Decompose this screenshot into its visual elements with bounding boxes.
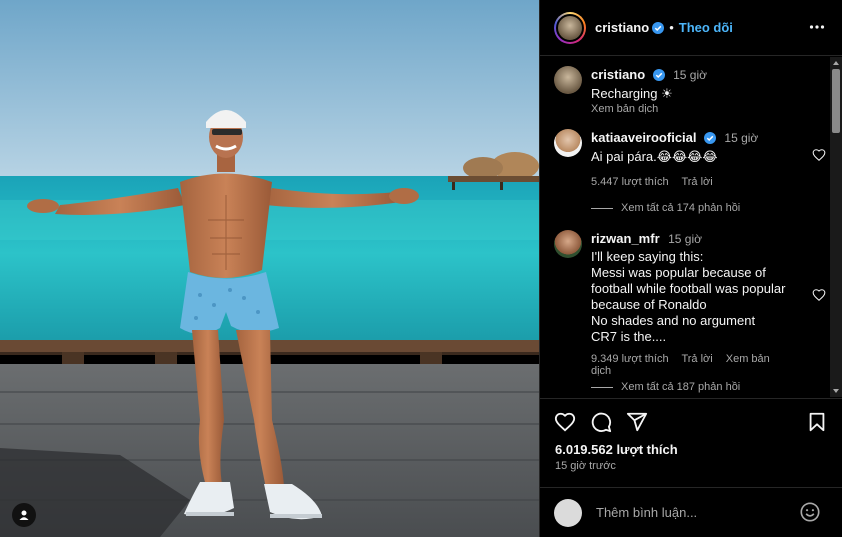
comment-row: katiaaveirooficial 15 giờ Ai pai pára.😂😂…: [554, 129, 826, 189]
caption-username[interactable]: cristiano: [591, 67, 645, 82]
comment-likes-count[interactable]: 5.447 lượt thích: [591, 176, 669, 188]
reply-button[interactable]: Trả lời: [681, 353, 712, 365]
comment-time[interactable]: 15 giờ: [724, 131, 758, 145]
replies-divider-line: [591, 386, 613, 388]
user-tag-button[interactable]: [12, 503, 36, 527]
bookmark-icon[interactable]: [806, 411, 828, 433]
comment-meta: 9.349 lượt thích Trả lời Xem bản dịch: [591, 353, 801, 377]
comment-likes-count[interactable]: 9.349 lượt thích: [591, 353, 669, 365]
view-replies-link[interactable]: Xem tất cả 174 phản hồi: [591, 202, 740, 214]
post-header: cristiano • Theo dõi: [540, 0, 842, 56]
separator-dot: •: [669, 20, 674, 35]
more-horizontal-icon[interactable]: [809, 19, 825, 35]
comment-text: Ai pai pára.😂😂😂😂: [591, 149, 718, 164]
caption-avatar[interactable]: [554, 66, 582, 94]
comment-avatar[interactable]: [554, 129, 582, 157]
verified-badge-icon: [703, 132, 716, 144]
user-tag-icon: [19, 510, 29, 520]
scroll-thumb[interactable]: [832, 69, 840, 133]
verified-badge-icon: [652, 69, 665, 81]
comment-like-heart-icon[interactable]: [812, 148, 826, 162]
view-replies-label: Xem tất cả 187 phản hồi: [621, 381, 741, 393]
scroll-up-arrow[interactable]: [833, 61, 839, 65]
caption-time[interactable]: 15 giờ: [673, 68, 707, 82]
scroll-down-arrow[interactable]: [833, 389, 839, 393]
caption-row: cristiano 15 giờ Recharging ☀ Xem bản dị…: [554, 66, 826, 116]
replies-divider-line: [591, 207, 613, 209]
add-comment-input[interactable]: [596, 505, 796, 520]
caption-text: Recharging ☀: [591, 86, 673, 101]
likes-count[interactable]: 6.019.562 lượt thích: [555, 442, 678, 457]
comment-time[interactable]: 15 giờ: [668, 232, 702, 246]
comment-username[interactable]: katiaaveirooficial: [591, 130, 697, 145]
post-actions: 6.019.562 lượt thích 15 giờ trước: [540, 398, 842, 498]
comments-list[interactable]: cristiano 15 giờ Recharging ☀ Xem bản dị…: [540, 57, 830, 397]
post-image: [0, 0, 539, 537]
send-icon[interactable]: [626, 411, 648, 433]
current-user-avatar: [554, 498, 582, 527]
comment-text: I'll keep saying this: Messi was popular…: [591, 249, 786, 344]
author-avatar[interactable]: [554, 11, 586, 44]
view-replies-label: Xem tất cả 174 phản hồi: [621, 202, 741, 214]
post-photo[interactable]: [0, 0, 539, 537]
comment-icon[interactable]: [590, 411, 612, 433]
post-side-panel: cristiano • Theo dõi cristiano 15 giờ Re…: [539, 0, 842, 537]
comment-avatar[interactable]: [554, 230, 582, 258]
author-username[interactable]: cristiano: [595, 20, 649, 35]
follow-button[interactable]: Theo dõi: [679, 20, 733, 35]
view-replies-link[interactable]: Xem tất cả 187 phản hồi: [591, 381, 740, 393]
emoji-icon[interactable]: [799, 501, 821, 523]
comments-scrollbar[interactable]: [830, 57, 842, 397]
comment-username[interactable]: rizwan_mfr: [591, 231, 660, 246]
add-comment-bar: [540, 487, 842, 537]
post-timestamp[interactable]: 15 giờ trước: [555, 460, 616, 472]
caption-translate-link[interactable]: Xem bản dịch: [591, 103, 801, 115]
reply-button[interactable]: Trả lời: [681, 176, 712, 188]
comment-row: rizwan_mfr 15 giờ I'll keep saying this:…: [554, 230, 826, 377]
verified-badge-icon: [652, 21, 665, 34]
heart-icon[interactable]: [554, 411, 576, 433]
comment-meta: 5.447 lượt thích Trả lời: [591, 176, 801, 188]
comment-like-heart-icon[interactable]: [812, 288, 826, 302]
